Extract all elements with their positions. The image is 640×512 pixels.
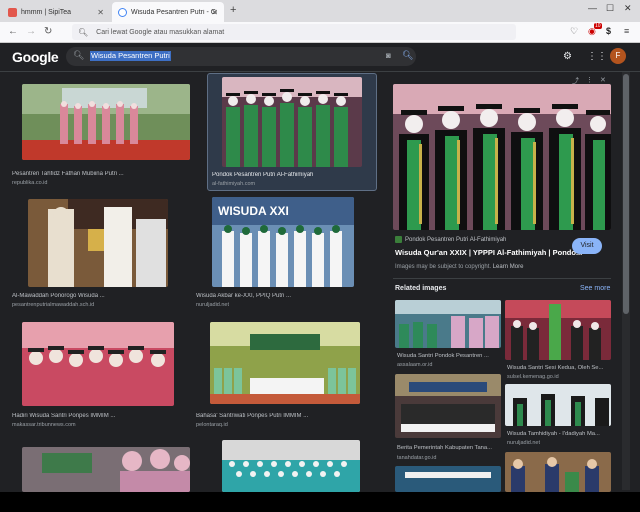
result-image[interactable] bbox=[22, 322, 174, 406]
close-icon[interactable]: ✕ bbox=[97, 8, 104, 17]
related-source: tanahdatar.go.id bbox=[397, 455, 437, 461]
result-image[interactable]: WISUDA XXI bbox=[212, 197, 354, 287]
related-caption: Wisuda Santri Pondok Pesantren ... bbox=[397, 353, 489, 359]
pocket-icon[interactable]: ♡ bbox=[570, 26, 578, 37]
related-caption: Wisuda Tamhidiyah - I'dadiyah Ma... bbox=[507, 431, 600, 437]
search-button-icon[interactable]: 🔍︎ bbox=[402, 50, 413, 61]
result-source: al-fathimiyah.com bbox=[212, 181, 256, 187]
address-placeholder: Cari lewat Google atau masukkan alamat bbox=[96, 28, 225, 36]
result-source: pesantrenputrialmawaddah.sch.id bbox=[12, 302, 95, 308]
result-image[interactable] bbox=[22, 84, 190, 160]
search-box[interactable]: 🔍︎ Wisuda Pesantren Putri ◙ 🔍︎ bbox=[66, 47, 416, 66]
new-tab-button[interactable]: + bbox=[230, 4, 236, 16]
copyright-notice: Images may be subject to copyright. Lear… bbox=[395, 264, 523, 270]
related-source: assalaam.or.id bbox=[397, 362, 433, 368]
google-logo[interactable]: Google bbox=[12, 49, 59, 65]
result-caption: Hadiri Wisuda Santri Ponpes IMMIM ... bbox=[12, 413, 116, 419]
result-image[interactable] bbox=[222, 77, 362, 167]
google-header: Google 🔍︎ Wisuda Pesantren Putri ◙ 🔍︎ ⚙ … bbox=[0, 43, 640, 72]
result-image[interactable] bbox=[222, 440, 360, 492]
related-source: nuruljadid.net bbox=[507, 440, 541, 446]
back-arrow-icon[interactable]: ← bbox=[8, 26, 18, 37]
related-image[interactable] bbox=[505, 452, 611, 492]
extension-badge: 10 bbox=[594, 23, 602, 29]
preview-title[interactable]: Wisuda Qur'an XXIX | YPPPI Al-Fathimiyah… bbox=[395, 248, 582, 257]
maximize-icon[interactable]: ☐ bbox=[606, 3, 614, 14]
tab-sipitea[interactable]: hmmm | SipiTea ✕ bbox=[2, 2, 110, 22]
forward-arrow-icon[interactable]: → bbox=[26, 26, 36, 37]
close-icon[interactable]: ✕ bbox=[211, 8, 218, 17]
related-image[interactable] bbox=[395, 300, 501, 348]
related-image[interactable] bbox=[505, 384, 611, 426]
navigation-bar: ← → ↻ 🔍︎ Cari lewat Google atau masukkan… bbox=[0, 22, 640, 43]
wisuda-banner-text: WISUDA XXI bbox=[218, 204, 289, 218]
see-more-link[interactable]: See more bbox=[580, 285, 610, 292]
related-caption: Wisuda Santri Sesi Kedua, Oleh Se... bbox=[507, 365, 604, 371]
avatar[interactable]: F bbox=[610, 48, 626, 64]
scrollbar-thumb[interactable] bbox=[623, 74, 629, 314]
reload-icon[interactable]: ↻ bbox=[44, 26, 52, 37]
related-source: sulsel.kemenag.go.id bbox=[507, 374, 559, 380]
search-icon: 🔍︎ bbox=[78, 27, 89, 37]
related-image[interactable] bbox=[395, 466, 501, 492]
divider bbox=[393, 278, 611, 279]
related-image[interactable] bbox=[505, 300, 611, 360]
dollar-extension-icon[interactable]: $ bbox=[606, 26, 611, 36]
scrollbar[interactable] bbox=[622, 72, 630, 490]
browser-tab-bar: hmmm | SipiTea ✕ Wisuda Pesantren Putri … bbox=[0, 0, 640, 22]
gear-icon[interactable]: ⚙ bbox=[563, 51, 572, 62]
learn-more-link[interactable]: Learn More bbox=[493, 264, 524, 270]
copyright-text: Images may be subject to copyright. bbox=[395, 264, 492, 270]
apps-grid-icon[interactable]: ⋮⋮ bbox=[587, 51, 607, 62]
result-caption: Bahasa' Santriwati Ponpes Putri IMMIM ..… bbox=[196, 413, 309, 419]
search-query[interactable]: Wisuda Pesantren Putri bbox=[90, 51, 171, 61]
minimize-icon[interactable]: — bbox=[588, 3, 597, 13]
tab-title: hmmm | SipiTea bbox=[21, 8, 72, 16]
preview-site[interactable]: Pondok Pesantren Putri Al-Fathimiyah bbox=[395, 236, 506, 243]
result-caption: Al-Mawaddah Ponorogo Wisuda ... bbox=[12, 293, 105, 299]
google-favicon-icon bbox=[118, 7, 127, 17]
visit-button[interactable]: Visit bbox=[572, 238, 602, 254]
site-favicon-icon bbox=[395, 236, 402, 243]
related-caption: Berita Pemerintah Kabupaten Tana... bbox=[397, 445, 492, 451]
bottom-bar bbox=[0, 492, 640, 512]
result-source: nuruljadid.net bbox=[196, 302, 230, 308]
menu-icon[interactable]: ≡ bbox=[624, 26, 629, 36]
tab-title: Wisuda Pesantren Putri - Google bbox=[131, 8, 217, 16]
result-image[interactable] bbox=[210, 322, 360, 404]
result-source: makassar.tribunnews.com bbox=[12, 422, 76, 428]
result-image[interactable] bbox=[22, 447, 190, 492]
result-source: pelontaraq.id bbox=[196, 422, 228, 428]
sipitea-favicon-icon bbox=[8, 7, 17, 17]
tab-google[interactable]: Wisuda Pesantren Putri - Google ✕ bbox=[112, 2, 224, 22]
result-caption: Wisuda Akbar ke-XXI, PPIQ Putri ... bbox=[196, 293, 292, 299]
result-caption: Pesantren Tahfidz Fathan Mubiina Putri .… bbox=[12, 171, 124, 177]
close-icon[interactable]: ✕ bbox=[600, 76, 606, 84]
search-icon[interactable]: 🔍︎ bbox=[73, 50, 84, 61]
address-bar[interactable]: 🔍︎ Cari lewat Google atau masukkan alama… bbox=[72, 24, 516, 40]
preview-site-name: Pondok Pesantren Putri Al-Fathimiyah bbox=[405, 236, 507, 243]
window-close-icon[interactable]: ✕ bbox=[624, 3, 632, 14]
result-image[interactable] bbox=[28, 199, 168, 287]
related-images-heading: Related images bbox=[395, 285, 447, 292]
result-caption: Pondok Pesantren Putri Al-Fathimiyah bbox=[212, 172, 314, 178]
more-options-icon[interactable]: ⋮ bbox=[586, 76, 593, 84]
camera-icon[interactable]: ◙ bbox=[386, 51, 391, 60]
preview-image[interactable] bbox=[393, 84, 611, 230]
related-image[interactable] bbox=[395, 374, 501, 438]
result-source: republika.co.id bbox=[12, 180, 48, 186]
